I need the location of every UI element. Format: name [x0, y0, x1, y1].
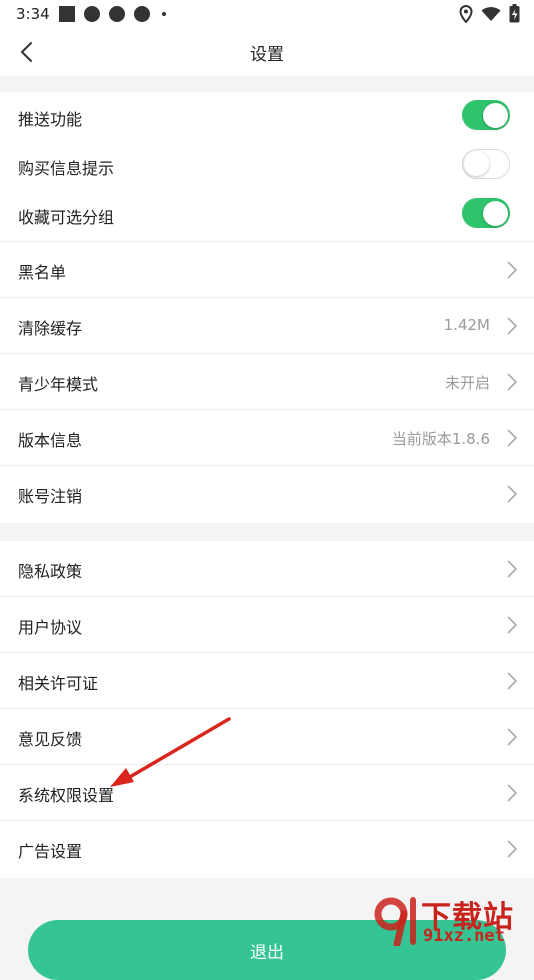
chevron-right-icon — [507, 784, 518, 802]
row-label: 青少年模式 — [18, 375, 99, 394]
settings-row-version[interactable]: 版本信息 当前版本1.8.6 — [0, 410, 534, 466]
favorite-groups-toggle-switch[interactable] — [462, 198, 510, 228]
toggle-knob — [483, 200, 508, 226]
row-label: 系统权限设置 — [18, 786, 115, 805]
toggle-knob — [464, 151, 489, 176]
row-label: 版本信息 — [18, 431, 83, 450]
purchase-info-toggle-switch[interactable] — [462, 149, 510, 179]
settings-row-user-agreement[interactable]: 用户协议 — [0, 597, 534, 653]
toggle-row-purchase-info: 购买信息提示 — [0, 141, 534, 190]
settings-group-account: 黑名单 清除缓存 1.42M 青少年模式 未开启 版本信息 当前版本1.8.6 … — [0, 241, 534, 523]
toggle-label: 购买信息提示 — [18, 159, 115, 178]
row-label: 黑名单 — [18, 263, 67, 282]
watermark-url: 91xz.net — [423, 926, 505, 946]
app-notification-icon — [84, 6, 100, 22]
notification-icon — [59, 6, 75, 22]
status-time: 3:34 — [16, 5, 50, 23]
settings-row-feedback[interactable]: 意见反馈 — [0, 709, 534, 765]
toggle-label: 收藏可选分组 — [18, 208, 115, 227]
row-label: 相关许可证 — [18, 674, 99, 693]
chevron-right-icon — [507, 373, 518, 391]
chevron-right-icon — [507, 485, 518, 503]
settings-row-licenses[interactable]: 相关许可证 — [0, 653, 534, 709]
cache-size-value: 1.42M — [443, 316, 490, 334]
row-label: 隐私政策 — [18, 562, 83, 581]
location-icon — [459, 4, 473, 23]
watermark-logo: 下载站 91xz.net — [369, 888, 534, 950]
row-label: 用户协议 — [18, 618, 83, 637]
version-value: 当前版本1.8.6 — [391, 430, 490, 448]
chevron-right-icon — [507, 616, 518, 634]
battery-icon — [509, 4, 520, 23]
toggle-row-push: 推送功能 — [0, 92, 534, 141]
chevron-right-icon — [507, 261, 518, 279]
app-notification-icon — [109, 6, 125, 22]
toggle-row-favorite-groups: 收藏可选分组 — [0, 190, 534, 239]
settings-row-account-cancel[interactable]: 账号注销 — [0, 466, 534, 522]
app-notification-icon — [134, 6, 150, 22]
chevron-right-icon — [507, 728, 518, 746]
settings-row-privacy-policy[interactable]: 隐私政策 — [0, 541, 534, 597]
row-label: 账号注销 — [18, 487, 83, 506]
settings-group-about: 隐私政策 用户协议 相关许可证 意见反馈 系统权限设置 广告设置 — [0, 541, 534, 878]
top-bar: 设置 — [0, 28, 534, 76]
teen-mode-status: 未开启 — [444, 374, 490, 392]
chevron-right-icon — [507, 429, 518, 447]
row-label: 清除缓存 — [18, 319, 83, 338]
chevron-right-icon — [507, 560, 518, 578]
chevron-right-icon — [507, 317, 518, 335]
row-label: 广告设置 — [18, 842, 83, 861]
more-notifications-icon — [162, 12, 166, 16]
row-label: 意见反馈 — [18, 730, 83, 749]
wifi-icon — [481, 6, 501, 21]
settings-row-teen-mode[interactable]: 青少年模式 未开启 — [0, 354, 534, 410]
push-toggle-switch[interactable] — [462, 100, 510, 130]
page-title: 设置 — [250, 45, 284, 65]
toggle-label: 推送功能 — [18, 110, 83, 129]
chevron-right-icon — [507, 672, 518, 690]
settings-row-clear-cache[interactable]: 清除缓存 1.42M — [0, 298, 534, 354]
settings-row-blacklist[interactable]: 黑名单 — [0, 242, 534, 298]
settings-row-system-permissions[interactable]: 系统权限设置 — [0, 765, 534, 821]
chevron-right-icon — [507, 840, 518, 858]
settings-row-ad-settings[interactable]: 广告设置 — [0, 821, 534, 877]
toggle-knob — [483, 102, 508, 128]
toggle-settings-group: 推送功能 购买信息提示 收藏可选分组 — [0, 92, 534, 241]
watermark-emblem-icon — [374, 897, 416, 946]
status-bar: 3:34 — [0, 0, 534, 28]
